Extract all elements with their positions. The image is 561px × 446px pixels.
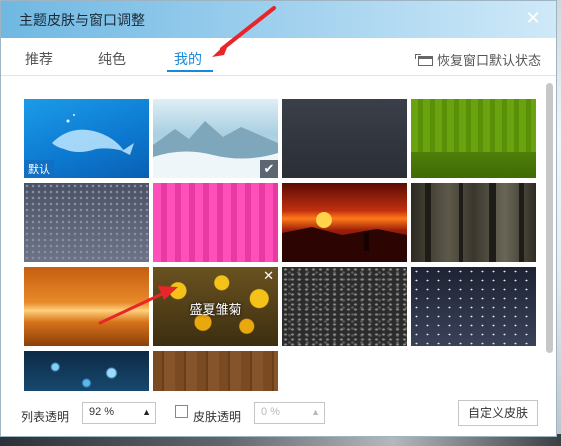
skin-tile-misty-mountains[interactable]: ✔ <box>153 99 278 178</box>
active-tab-indicator <box>167 70 213 72</box>
skin-tile-dark-slate[interactable] <box>282 99 407 178</box>
skin-tile-pink-stripes[interactable] <box>153 183 278 262</box>
skin-tile-dark-forest[interactable] <box>411 183 536 262</box>
tab-mine[interactable]: 我的 <box>174 49 202 69</box>
skin-tile-green-stripes[interactable] <box>411 99 536 178</box>
skin-transparency-label: 皮肤透明 <box>193 410 242 424</box>
close-icon[interactable]: ✕ <box>524 9 542 27</box>
skin-tile-whale[interactable]: 默认 <box>24 99 149 178</box>
tab-bar: 推荐 纯色 我的 恢复窗口默认状态 <box>1 38 556 76</box>
tab-solid-color[interactable]: 纯色 <box>98 49 126 69</box>
tile-close-icon[interactable]: ✕ <box>263 268 274 284</box>
restore-default-button[interactable]: 恢复窗口默认状态 <box>414 50 541 69</box>
skin-transparency-stepper: 0 % ▲ <box>254 402 325 424</box>
skin-name-label: 盛夏雏菊 <box>189 302 242 317</box>
tab-recommended[interactable]: 推荐 <box>25 49 53 69</box>
skin-tile-orange-glow[interactable] <box>24 267 149 346</box>
default-badge: 默认 <box>24 160 54 178</box>
list-transparency-label: 列表透明 <box>21 410 70 424</box>
skin-tile-grey-doodles[interactable] <box>282 267 407 346</box>
restore-default-label: 恢复窗口默认状态 <box>436 53 541 68</box>
title-bar: 主题皮肤与窗口调整 ✕ <box>1 1 556 38</box>
skin-transparency-checkbox[interactable] <box>175 405 188 418</box>
selected-check-icon: ✔ <box>260 160 278 178</box>
list-transparency-stepper[interactable]: 92 % ▲ <box>82 402 156 424</box>
dialog-title: 主题皮肤与窗口调整 <box>19 12 145 28</box>
skin-tile-red-sunset[interactable] <box>282 183 407 262</box>
sunset-image <box>282 212 407 262</box>
green-floor <box>411 152 536 178</box>
spin-up-icon[interactable]: ▲ <box>142 407 151 417</box>
list-transparency-value: 92 % <box>89 406 115 418</box>
forest-image <box>425 183 524 262</box>
spin-up-icon: ▲ <box>311 407 320 417</box>
skin-tile-night-stars[interactable] <box>411 267 536 346</box>
scrollbar[interactable] <box>546 83 553 353</box>
skin-tile-wood[interactable] <box>153 351 278 391</box>
skin-tile-summer-daisy[interactable]: ✕ 盛夏雏菊 <box>153 267 278 346</box>
skin-transparency-value: 0 % <box>261 406 280 418</box>
skin-tile-blue-bokeh[interactable] <box>24 351 149 391</box>
skin-dialog: 主题皮肤与窗口调整 ✕ 推荐 纯色 我的 恢复窗口默认状态 默认 ✔ ✕ 盛夏雏… <box>0 0 557 437</box>
window-restore-icon <box>414 54 433 66</box>
footer-controls: 列表透明 92 % ▲ 皮肤透明 0 % ▲ 自定义皮肤 <box>1 397 556 433</box>
custom-skin-button[interactable]: 自定义皮肤 <box>458 400 538 426</box>
skin-tile-slate-dots[interactable] <box>24 183 149 262</box>
